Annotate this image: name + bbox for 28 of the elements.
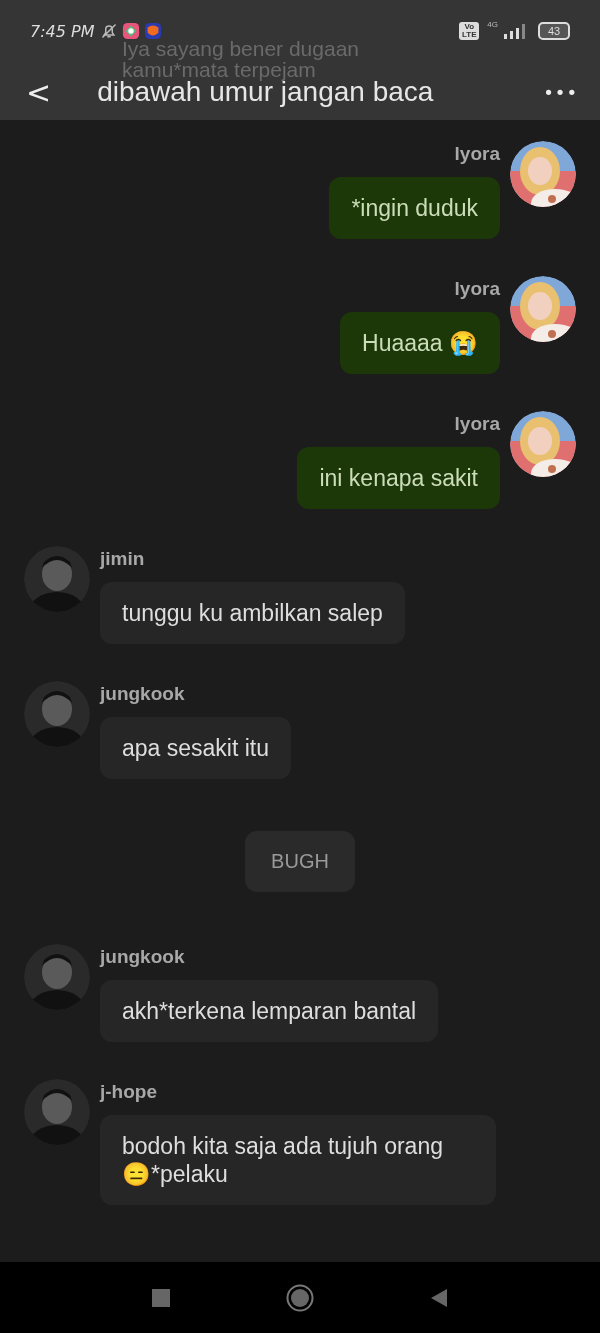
menu-button[interactable]: ••• [543,81,578,103]
message-bubble: ini kenapa sakit [297,447,500,509]
sender-name: lyora [454,278,500,300]
message-bubble: tunggu ku ambilkan salep [100,582,405,644]
app-icon [122,22,141,40]
network-label: 4G [487,20,498,29]
app-icon [144,22,163,40]
volte-badge: Vo LTE [459,22,480,40]
recents-icon[interactable] [151,1287,171,1308]
sender-name: j-hope [100,1081,157,1103]
message-bubble: apa sesakit itu [100,717,292,779]
message-bubble: Huaaaa 😭 [340,312,500,374]
message-bubble: *ingin duduk [329,177,500,239]
back-icon[interactable] [429,1287,449,1308]
sender-name: lyora [454,143,500,165]
muted-bell-icon [100,22,119,40]
sender-name: jungkook [100,946,185,968]
home-icon[interactable] [286,1283,314,1312]
sender-name: jungkook [100,683,185,705]
back-button[interactable]: < [20,74,58,110]
sender-name: jimin [100,548,145,570]
system-message: BUGH [245,831,355,892]
signal-icon [502,23,528,39]
message-bubble: akh*terkena lemparan bantal [100,980,439,1042]
status-time: 7:45 PM [30,21,95,41]
message-bubble: bodoh kita saja ada tujuh orang 😑*pelaku [100,1115,496,1205]
sender-name: lyora [454,413,500,435]
battery-icon: 43 [538,22,570,40]
